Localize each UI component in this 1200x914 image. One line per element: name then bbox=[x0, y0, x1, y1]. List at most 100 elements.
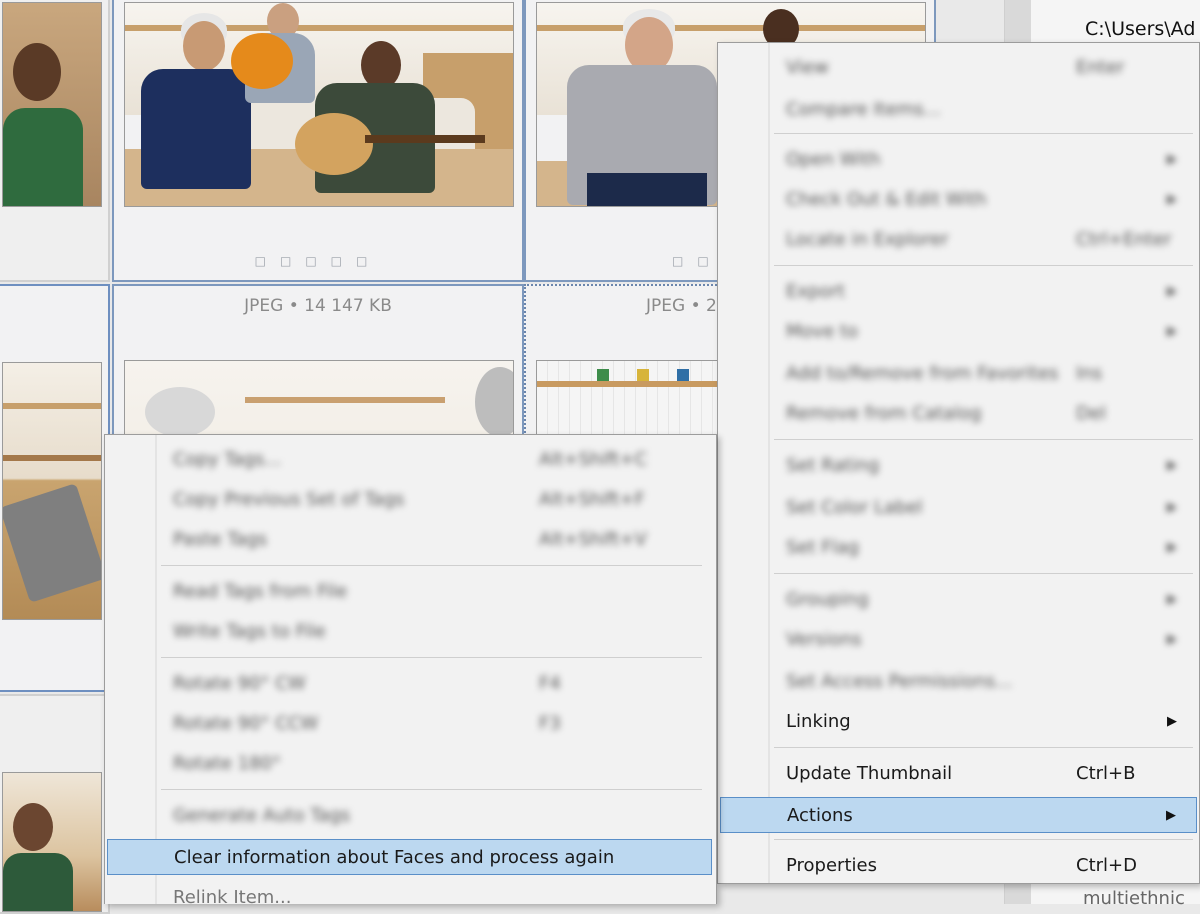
menu-item-label: Update Thumbnail bbox=[786, 762, 953, 784]
menu-item-label: Set Color Label bbox=[786, 496, 923, 518]
rating-dots[interactable]: □□□□□ bbox=[114, 254, 522, 268]
submenu-item-label: Generate Auto Tags bbox=[173, 804, 351, 826]
thumbnail-cell[interactable] bbox=[0, 284, 110, 692]
submenu-item-label: Rotate 90° CW bbox=[173, 672, 306, 694]
menu-item-grouping[interactable]: Grouping ▶ bbox=[720, 583, 1197, 615]
menu-separator bbox=[774, 439, 1193, 440]
menu-item-label: Add to/Remove from Favorites bbox=[786, 362, 1059, 384]
submenu-arrow-icon: ▶ bbox=[1167, 191, 1177, 207]
menu-item-label: Actions bbox=[787, 804, 853, 826]
submenu-item-write-tags-to-file[interactable]: Write Tags to File bbox=[107, 615, 714, 647]
path-label: C:\Users\Ad bbox=[1085, 18, 1196, 40]
submenu-item-shortcut: Alt+Shift+F bbox=[539, 488, 645, 510]
thumbnail-cell[interactable]: □□□□□ bbox=[112, 0, 524, 282]
submenu-item-label: Read Tags from File bbox=[173, 580, 348, 602]
menu-item-linking[interactable]: Linking ▶ bbox=[720, 705, 1197, 737]
submenu-item-copy-tags[interactable]: Copy Tags... Alt+Shift+C bbox=[107, 443, 714, 475]
submenu-arrow-icon: ▶ bbox=[1167, 591, 1177, 607]
thumbnail-cell[interactable] bbox=[0, 0, 110, 282]
menu-separator bbox=[774, 747, 1193, 748]
submenu-arrow-icon: ▶ bbox=[1167, 539, 1177, 555]
submenu-item-label: Copy Previous Set of Tags bbox=[173, 488, 405, 510]
menu-item-versions[interactable]: Versions ▶ bbox=[720, 623, 1197, 655]
file-info-caption: JPEG • 14 147 KB bbox=[244, 296, 392, 316]
context-menu: View Enter Compare Items... Open With ▶ Check… bbox=[717, 42, 1200, 884]
menu-item-label: Versions bbox=[786, 628, 862, 650]
menu-item-label: Set Flag bbox=[786, 536, 860, 558]
submenu-arrow-icon: ▶ bbox=[1167, 283, 1177, 299]
submenu-item-label: Write Tags to File bbox=[173, 620, 326, 642]
menu-item-actions[interactable]: Actions ▶ bbox=[720, 797, 1197, 833]
menu-item-compare-items[interactable]: Compare Items... bbox=[720, 93, 1197, 125]
menu-item-set-rating[interactable]: Set Rating ▶ bbox=[720, 449, 1197, 481]
menu-separator bbox=[774, 573, 1193, 574]
submenu-arrow-icon: ▶ bbox=[1167, 323, 1177, 339]
menu-item-shortcut: Enter bbox=[1076, 56, 1125, 78]
submenu-item-rotate-180[interactable]: Rotate 180° bbox=[107, 747, 714, 779]
menu-separator bbox=[774, 839, 1193, 840]
menu-item-set-access-permissions[interactable]: Set Access Permissions... bbox=[720, 665, 1197, 697]
menu-item-label: Move to bbox=[786, 320, 859, 342]
submenu-arrow-icon: ▶ bbox=[1167, 499, 1177, 515]
submenu-item-label: Relink Item... bbox=[173, 886, 292, 908]
submenu-item-shortcut: Alt+Shift+C bbox=[539, 448, 648, 470]
submenu-item-generate-auto-tags[interactable]: Generate Auto Tags bbox=[107, 799, 714, 831]
submenu-item-paste-tags[interactable]: Paste Tags Alt+Shift+V bbox=[107, 523, 714, 555]
submenu-item-read-tags-from-file[interactable]: Read Tags from File bbox=[107, 575, 714, 607]
submenu-item-clear-information-about-faces-and-process-again[interactable]: Clear information about Faces and proces… bbox=[107, 839, 712, 875]
actions-submenu: Copy Tags... Alt+Shift+C Copy Previous Set… bbox=[104, 434, 717, 908]
menu-item-label: Linking bbox=[786, 710, 851, 732]
submenu-item-rotate-90-ccw[interactable]: Rotate 90° CCW F3 bbox=[107, 707, 714, 739]
submenu-item-relink-item[interactable]: Relink Item... bbox=[107, 881, 714, 913]
menu-item-set-flag[interactable]: Set Flag ▶ bbox=[720, 531, 1197, 563]
menu-item-export[interactable]: Export ▶ bbox=[720, 275, 1197, 307]
menu-item-label: Open With bbox=[786, 148, 881, 170]
menu-item-label: Compare Items... bbox=[786, 98, 941, 120]
menu-item-label: Export bbox=[786, 280, 845, 302]
submenu-item-label: Copy Tags... bbox=[173, 448, 282, 470]
submenu-item-label: Paste Tags bbox=[173, 528, 268, 550]
submenu-item-label: Clear information about Faces and proces… bbox=[174, 846, 615, 868]
menu-separator bbox=[774, 265, 1193, 266]
submenu-item-label: Rotate 90° CCW bbox=[173, 712, 319, 734]
thumbnail-image[interactable] bbox=[2, 772, 102, 912]
menu-item-locate-in-explorer[interactable]: Locate in Explorer Ctrl+Enter bbox=[720, 223, 1197, 255]
thumbnail-cell[interactable] bbox=[0, 694, 110, 914]
submenu-arrow-icon: ▶ bbox=[1167, 713, 1177, 729]
thumbnail-image[interactable] bbox=[124, 2, 514, 207]
menu-item-label: Locate in Explorer bbox=[786, 228, 949, 250]
menu-item-label: Grouping bbox=[786, 588, 869, 610]
menu-item-properties[interactable]: Properties Ctrl+D bbox=[720, 849, 1197, 881]
menu-item-shortcut: Ctrl+B bbox=[1076, 762, 1136, 784]
menu-separator bbox=[161, 565, 702, 566]
menu-item-update-thumbnail[interactable]: Update Thumbnail Ctrl+B bbox=[720, 757, 1197, 789]
submenu-item-shortcut: F4 bbox=[539, 672, 561, 694]
submenu-arrow-icon: ▶ bbox=[1166, 807, 1176, 823]
menu-item-shortcut: Ins bbox=[1076, 362, 1103, 384]
menu-item-label: Check Out & Edit With bbox=[786, 188, 987, 210]
menu-item-add-to-remove-from-favorites[interactable]: Add to/Remove from Favorites Ins bbox=[720, 357, 1197, 389]
keyword-label: multiethnic bbox=[1083, 888, 1185, 909]
thumbnail-image[interactable] bbox=[2, 2, 102, 207]
menu-item-label: Set Access Permissions... bbox=[786, 670, 1013, 692]
submenu-item-shortcut: F3 bbox=[539, 712, 561, 734]
submenu-item-copy-previous-set-of-tags[interactable]: Copy Previous Set of Tags Alt+Shift+F bbox=[107, 483, 714, 515]
menu-item-label: Remove from Catalog bbox=[786, 402, 982, 424]
thumbnail-image[interactable] bbox=[2, 362, 102, 620]
menu-item-view[interactable]: View Enter bbox=[720, 51, 1197, 83]
submenu-arrow-icon: ▶ bbox=[1167, 631, 1177, 647]
submenu-arrow-icon: ▶ bbox=[1167, 151, 1177, 167]
menu-item-set-color-label[interactable]: Set Color Label ▶ bbox=[720, 491, 1197, 523]
menu-item-check-out-edit-with[interactable]: Check Out & Edit With ▶ bbox=[720, 183, 1197, 215]
submenu-item-rotate-90-cw[interactable]: Rotate 90° CW F4 bbox=[107, 667, 714, 699]
submenu-item-label: Rotate 180° bbox=[173, 752, 282, 774]
menu-item-open-with[interactable]: Open With ▶ bbox=[720, 143, 1197, 175]
menu-item-shortcut: Del bbox=[1076, 402, 1106, 424]
menu-item-label: Properties bbox=[786, 854, 877, 876]
menu-item-shortcut: Ctrl+Enter bbox=[1076, 228, 1172, 250]
menu-separator bbox=[161, 657, 702, 658]
submenu-arrow-icon: ▶ bbox=[1167, 457, 1177, 473]
menu-item-shortcut: Ctrl+D bbox=[1076, 854, 1137, 876]
menu-item-move-to[interactable]: Move to ▶ bbox=[720, 315, 1197, 347]
menu-item-remove-from-catalog[interactable]: Remove from Catalog Del bbox=[720, 397, 1197, 429]
